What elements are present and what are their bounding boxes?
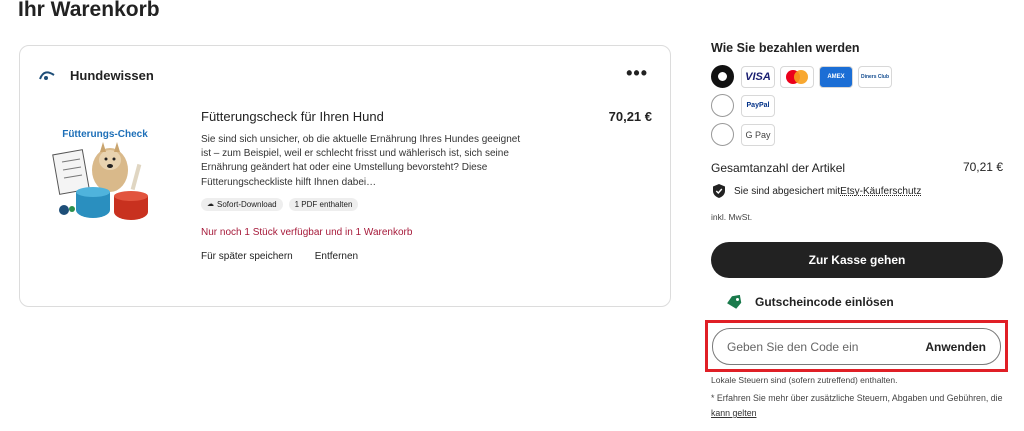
coupon-code-input[interactable] bbox=[727, 339, 907, 354]
shop-header[interactable]: Hundewissen bbox=[38, 68, 154, 83]
tag-icon bbox=[727, 295, 742, 309]
checkout-button[interactable]: Zur Kasse gehen bbox=[711, 242, 1003, 278]
item-actions: Für später speichern Entfernen bbox=[201, 251, 521, 262]
shop-logo-icon bbox=[39, 70, 55, 80]
mastercard-icon bbox=[780, 65, 814, 88]
cloud-download-icon: ☁ bbox=[207, 201, 214, 209]
paypal-icon: PayPal bbox=[741, 94, 775, 117]
amex-icon: AMEX bbox=[819, 65, 853, 88]
buyer-protection: Sie sind abgesichert mit Etsy-Käuferschu… bbox=[713, 184, 921, 198]
chip-label: 1 PDF enthalten bbox=[294, 199, 353, 209]
payment-option-gpay[interactable]: G Pay bbox=[711, 123, 780, 146]
thumbnail-title: Fütterungs-Check bbox=[62, 129, 148, 140]
coupon-field: Anwenden bbox=[712, 328, 1001, 365]
payment-radio-cards[interactable] bbox=[711, 65, 734, 88]
product-info: Fütterungscheck für Ihren Hund Sie sind … bbox=[201, 109, 521, 262]
shop-name[interactable]: Hundewissen bbox=[70, 68, 154, 83]
diners-club-icon: Diners Club bbox=[858, 65, 892, 88]
product-thumbnail[interactable]: Fütterungs-Check bbox=[42, 112, 168, 234]
product-description: Sie sind sich unsicher, ob die aktuelle … bbox=[201, 134, 521, 188]
total-label: Gesamtanzahl der Artikel bbox=[711, 161, 846, 175]
payment-radio-gpay[interactable] bbox=[711, 123, 734, 146]
visa-icon: VISA bbox=[741, 65, 775, 88]
payment-radio-paypal[interactable] bbox=[711, 94, 734, 117]
cart-item-card: Hundewissen ••• Fütterungs-Check Fütteru… bbox=[19, 45, 671, 307]
footnote-text: * Erfahren Sie mehr über zusätzliche Ste… bbox=[711, 393, 1003, 403]
footnote-link[interactable]: kann gelten bbox=[711, 408, 757, 418]
total-value: 70,21 € bbox=[962, 160, 1003, 174]
download-chip: ☁ Sofort-Download bbox=[201, 197, 283, 211]
payment-option-paypal[interactable]: PayPal bbox=[711, 94, 780, 117]
save-for-later-button[interactable]: Für später speichern bbox=[201, 251, 293, 262]
apply-coupon-button[interactable]: Anwenden bbox=[925, 340, 986, 354]
page-title: Ihr Warenkorb bbox=[18, 0, 160, 21]
more-options-button[interactable]: ••• bbox=[626, 64, 648, 82]
shield-check-icon bbox=[713, 184, 725, 198]
product-title[interactable]: Fütterungscheck für Ihren Hund bbox=[201, 109, 521, 124]
payment-heading: Wie Sie bezahlen werden bbox=[711, 41, 860, 55]
tax-note: inkl. MwSt. bbox=[711, 212, 753, 222]
product-chips: ☁ Sofort-Download 1 PDF enthalten bbox=[201, 197, 521, 211]
payment-option-cards[interactable]: VISA AMEX Diners Club bbox=[711, 65, 897, 88]
tax-footnote: * Erfahren Sie mehr über zusätzliche Ste… bbox=[711, 391, 1011, 421]
chip-label: Sofort-Download bbox=[217, 199, 277, 209]
remove-button[interactable]: Entfernen bbox=[315, 251, 358, 262]
coupon-toggle[interactable]: Gutscheincode einlösen bbox=[726, 295, 894, 309]
protection-text: Sie sind abgesichert mit bbox=[734, 185, 841, 197]
pdf-chip: 1 PDF enthalten bbox=[288, 197, 359, 211]
stock-note: Nur noch 1 Stück verfügbar und in 1 Ware… bbox=[201, 226, 413, 238]
buyer-protection-link[interactable]: Etsy-Käuferschutz bbox=[840, 186, 921, 197]
product-price: 70,21 € bbox=[608, 109, 652, 124]
google-pay-icon: G Pay bbox=[741, 123, 775, 146]
coupon-toggle-label[interactable]: Gutscheincode einlösen bbox=[755, 295, 894, 309]
local-tax-note: Lokale Steuern sind (sofern zutreffend) … bbox=[711, 375, 898, 385]
